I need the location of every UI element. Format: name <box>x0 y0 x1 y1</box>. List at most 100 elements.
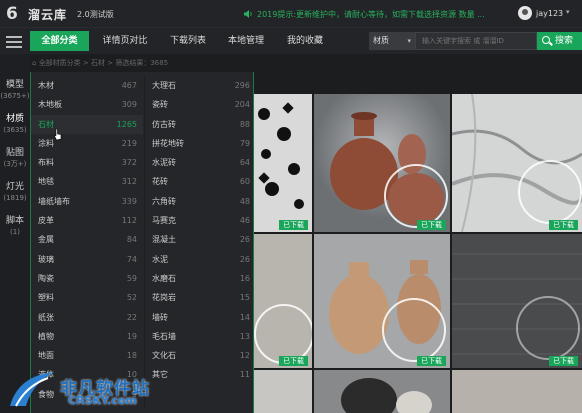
rail-item-count: (3万+) <box>3 160 27 168</box>
material-thumb[interactable]: 已下载 <box>452 94 582 232</box>
category-count: 309 <box>121 100 137 110</box>
category-count: 16 <box>239 273 250 283</box>
category-item[interactable]: 地毯 312 <box>31 172 143 191</box>
app-title: 溜云库 <box>28 8 68 22</box>
category-item[interactable]: 六角砖 48 <box>145 192 256 211</box>
category-count: 46 <box>239 216 250 226</box>
downloaded-badge: 已下载 <box>279 356 308 366</box>
category-name: 植物 <box>38 331 54 341</box>
material-thumb[interactable]: 已下载 <box>452 234 582 368</box>
tab-all-categories[interactable]: 全部分类 <box>30 31 89 51</box>
category-list-primary: 木材 467 木地板 309 石材 1265 涂料 219 布料 372 地毯 312 墙纸墙布 339 皮… <box>31 76 143 404</box>
tab-download-list[interactable]: 下载列表 <box>160 31 216 51</box>
downloaded-badge: 已下载 <box>279 220 308 230</box>
category-item[interactable]: 墙纸墙布 339 <box>31 192 143 211</box>
rail-item-textures[interactable]: 贴图 (3万+) <box>0 148 30 170</box>
watermark-logo-icon <box>10 372 54 407</box>
category-item[interactable]: 纸张 22 <box>31 308 143 327</box>
rail-item-lights[interactable]: 灯光 (1819) <box>0 182 30 204</box>
category-count: 88 <box>239 119 250 129</box>
material-thumb[interactable] <box>452 370 582 413</box>
category-name: 花岗岩 <box>152 293 176 303</box>
downloaded-badge: 已下载 <box>549 356 578 366</box>
category-count: 74 <box>126 254 137 264</box>
material-thumb[interactable]: 已下载 <box>254 94 312 232</box>
avatar[interactable] <box>518 6 532 20</box>
tab-detail-compare[interactable]: 详情页对比 <box>92 31 158 51</box>
category-item[interactable]: 墙砖 14 <box>145 308 256 327</box>
material-thumb[interactable] <box>254 370 312 413</box>
category-count: 372 <box>121 158 137 168</box>
chevron-down-icon[interactable]: ▾ <box>566 8 570 16</box>
category-item[interactable]: 瓷砖 204 <box>145 95 256 114</box>
category-item[interactable]: 木材 467 <box>31 76 143 95</box>
preview-sphere <box>254 304 312 364</box>
tab-local-manage[interactable]: 本地管理 <box>218 31 274 51</box>
category-item[interactable]: 玻璃 74 <box>31 250 143 269</box>
home-icon[interactable]: ⌂ <box>32 59 36 67</box>
search-input[interactable] <box>415 32 537 50</box>
downloaded-badge: 已下载 <box>417 356 446 366</box>
category-item[interactable]: 文化石 12 <box>145 346 256 365</box>
category-count: 79 <box>239 138 250 148</box>
category-item[interactable]: 皮革 112 <box>31 211 143 230</box>
category-item[interactable]: 金属 84 <box>31 230 143 249</box>
search-button-label: 搜索 <box>555 36 574 46</box>
category-name: 拼花地砖 <box>152 138 184 148</box>
material-thumb[interactable] <box>314 370 450 413</box>
rail-item-label: 贴图 <box>5 148 24 158</box>
material-thumb[interactable]: 已下载 <box>314 94 450 232</box>
category-count: 219 <box>121 138 137 148</box>
watermark: 非凡软件站 CRSKY.com <box>8 370 208 410</box>
category-name: 仿古砖 <box>152 119 176 129</box>
category-item[interactable]: 大理石 296 <box>145 76 256 95</box>
search-icon <box>542 36 550 44</box>
material-thumb[interactable]: 已下载 <box>314 234 450 368</box>
category-item[interactable]: 马赛克 46 <box>145 211 256 230</box>
app-window: 6 溜云库 2.0测试版 2019提示:更新维护中，请耐心等待，如需下载选择资源… <box>0 0 582 413</box>
search-filter-select[interactable]: 材质 ▾ <box>369 32 415 50</box>
category-count: 52 <box>126 293 137 303</box>
category-name: 大理石 <box>152 81 176 90</box>
hand-cursor-icon <box>54 128 62 141</box>
category-item[interactable]: 陶瓷 59 <box>31 269 143 288</box>
category-item[interactable]: 仿古砖 88 <box>145 115 256 134</box>
category-item[interactable]: 地面 18 <box>31 346 143 365</box>
username[interactable]: jay123 <box>536 9 563 18</box>
category-count: 312 <box>121 177 137 187</box>
category-item[interactable]: 花岗岩 15 <box>145 288 256 307</box>
category-item[interactable]: 水磨石 16 <box>145 269 256 288</box>
category-count: 84 <box>126 235 137 245</box>
rail-item-models[interactable]: 模型 (3675+) <box>0 80 30 102</box>
category-item[interactable]: 布料 372 <box>31 153 143 172</box>
category-item[interactable]: 毛石墙 13 <box>145 327 256 346</box>
category-item[interactable]: 花砖 60 <box>145 172 256 191</box>
category-count: 22 <box>126 312 137 322</box>
category-count: 18 <box>126 351 137 361</box>
category-item[interactable]: 植物 19 <box>31 327 143 346</box>
category-item[interactable]: 木地板 309 <box>31 95 143 114</box>
rail-item-label: 灯光 <box>5 182 24 192</box>
category-count: 19 <box>126 331 137 341</box>
search-filter-label: 材质 <box>373 36 389 45</box>
material-thumb[interactable]: 已下载 <box>254 234 312 368</box>
category-item[interactable]: 塑料 52 <box>31 288 143 307</box>
category-item[interactable]: 石材 1265 <box>31 114 143 134</box>
preview-sphere <box>384 164 448 228</box>
category-count: 14 <box>239 312 250 322</box>
category-item[interactable]: 混凝土 26 <box>145 230 256 249</box>
category-count: 48 <box>239 196 250 206</box>
rail-item-materials[interactable]: 材质 (3635) <box>0 114 30 136</box>
tab-favorites[interactable]: 我的收藏 <box>276 31 334 51</box>
app-logo-icon: 6 <box>6 4 18 24</box>
rail-item-label: 材质 <box>5 114 24 124</box>
category-name: 地毯 <box>38 177 54 187</box>
menu-icon[interactable] <box>6 36 22 48</box>
category-item[interactable]: 水泥砖 64 <box>145 153 256 172</box>
search-button[interactable]: 搜索 <box>537 32 582 50</box>
rail-item-scripts[interactable]: 脚本 (1) <box>0 216 30 238</box>
category-name: 花砖 <box>152 177 168 187</box>
category-item[interactable]: 拼花地砖 79 <box>145 134 256 153</box>
category-item[interactable]: 水泥 26 <box>145 250 256 269</box>
category-item[interactable]: 涂料 219 <box>31 134 143 153</box>
